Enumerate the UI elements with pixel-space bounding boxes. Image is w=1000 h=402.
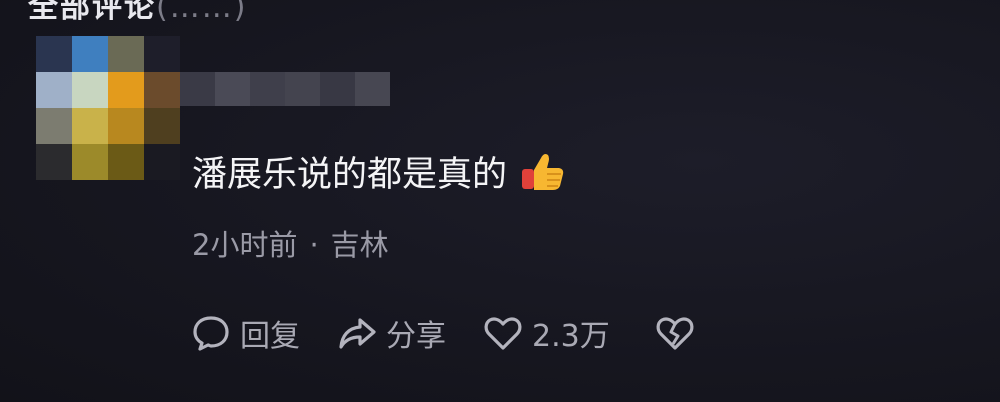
comments-header-count: (……) [156,0,248,25]
reply-label: 回复 [240,319,300,354]
thumbs-up-icon [522,153,564,190]
reply-button[interactable]: 回复 [190,311,300,355]
share-button[interactable]: 分享 [336,311,446,355]
comment-text-row: 潘展乐说的都是真的 [192,146,567,197]
dislike-button[interactable] [654,312,696,354]
comment-location: 吉林 [330,228,389,262]
comment-actions: 回复 分享 2.3万 [190,305,696,361]
comment-meta: 2小时前 · 吉林 [192,222,389,264]
comment-time: 2小时前 [192,228,298,262]
meta-separator: · [309,228,319,262]
reply-bubble-icon [193,316,229,351]
broken-heart-icon [656,317,694,350]
heart-icon [484,317,522,350]
comment-screen: 全部评论(……) 潘展乐说的都是真的 2小时前 · 吉林 回复 分享 2.3万 [0,0,1000,402]
comments-header-title: 全部评论 [28,0,156,25]
username[interactable] [180,72,390,106]
comment-text: 潘展乐说的都是真的 [192,155,508,195]
share-label: 分享 [386,319,446,354]
comments-header-cut: 全部评论(……) [28,0,247,26]
like-count: 2.3万 [532,319,610,354]
avatar[interactable] [36,36,180,180]
share-arrow-icon [339,318,376,349]
like-button[interactable]: 2.3万 [482,311,610,355]
